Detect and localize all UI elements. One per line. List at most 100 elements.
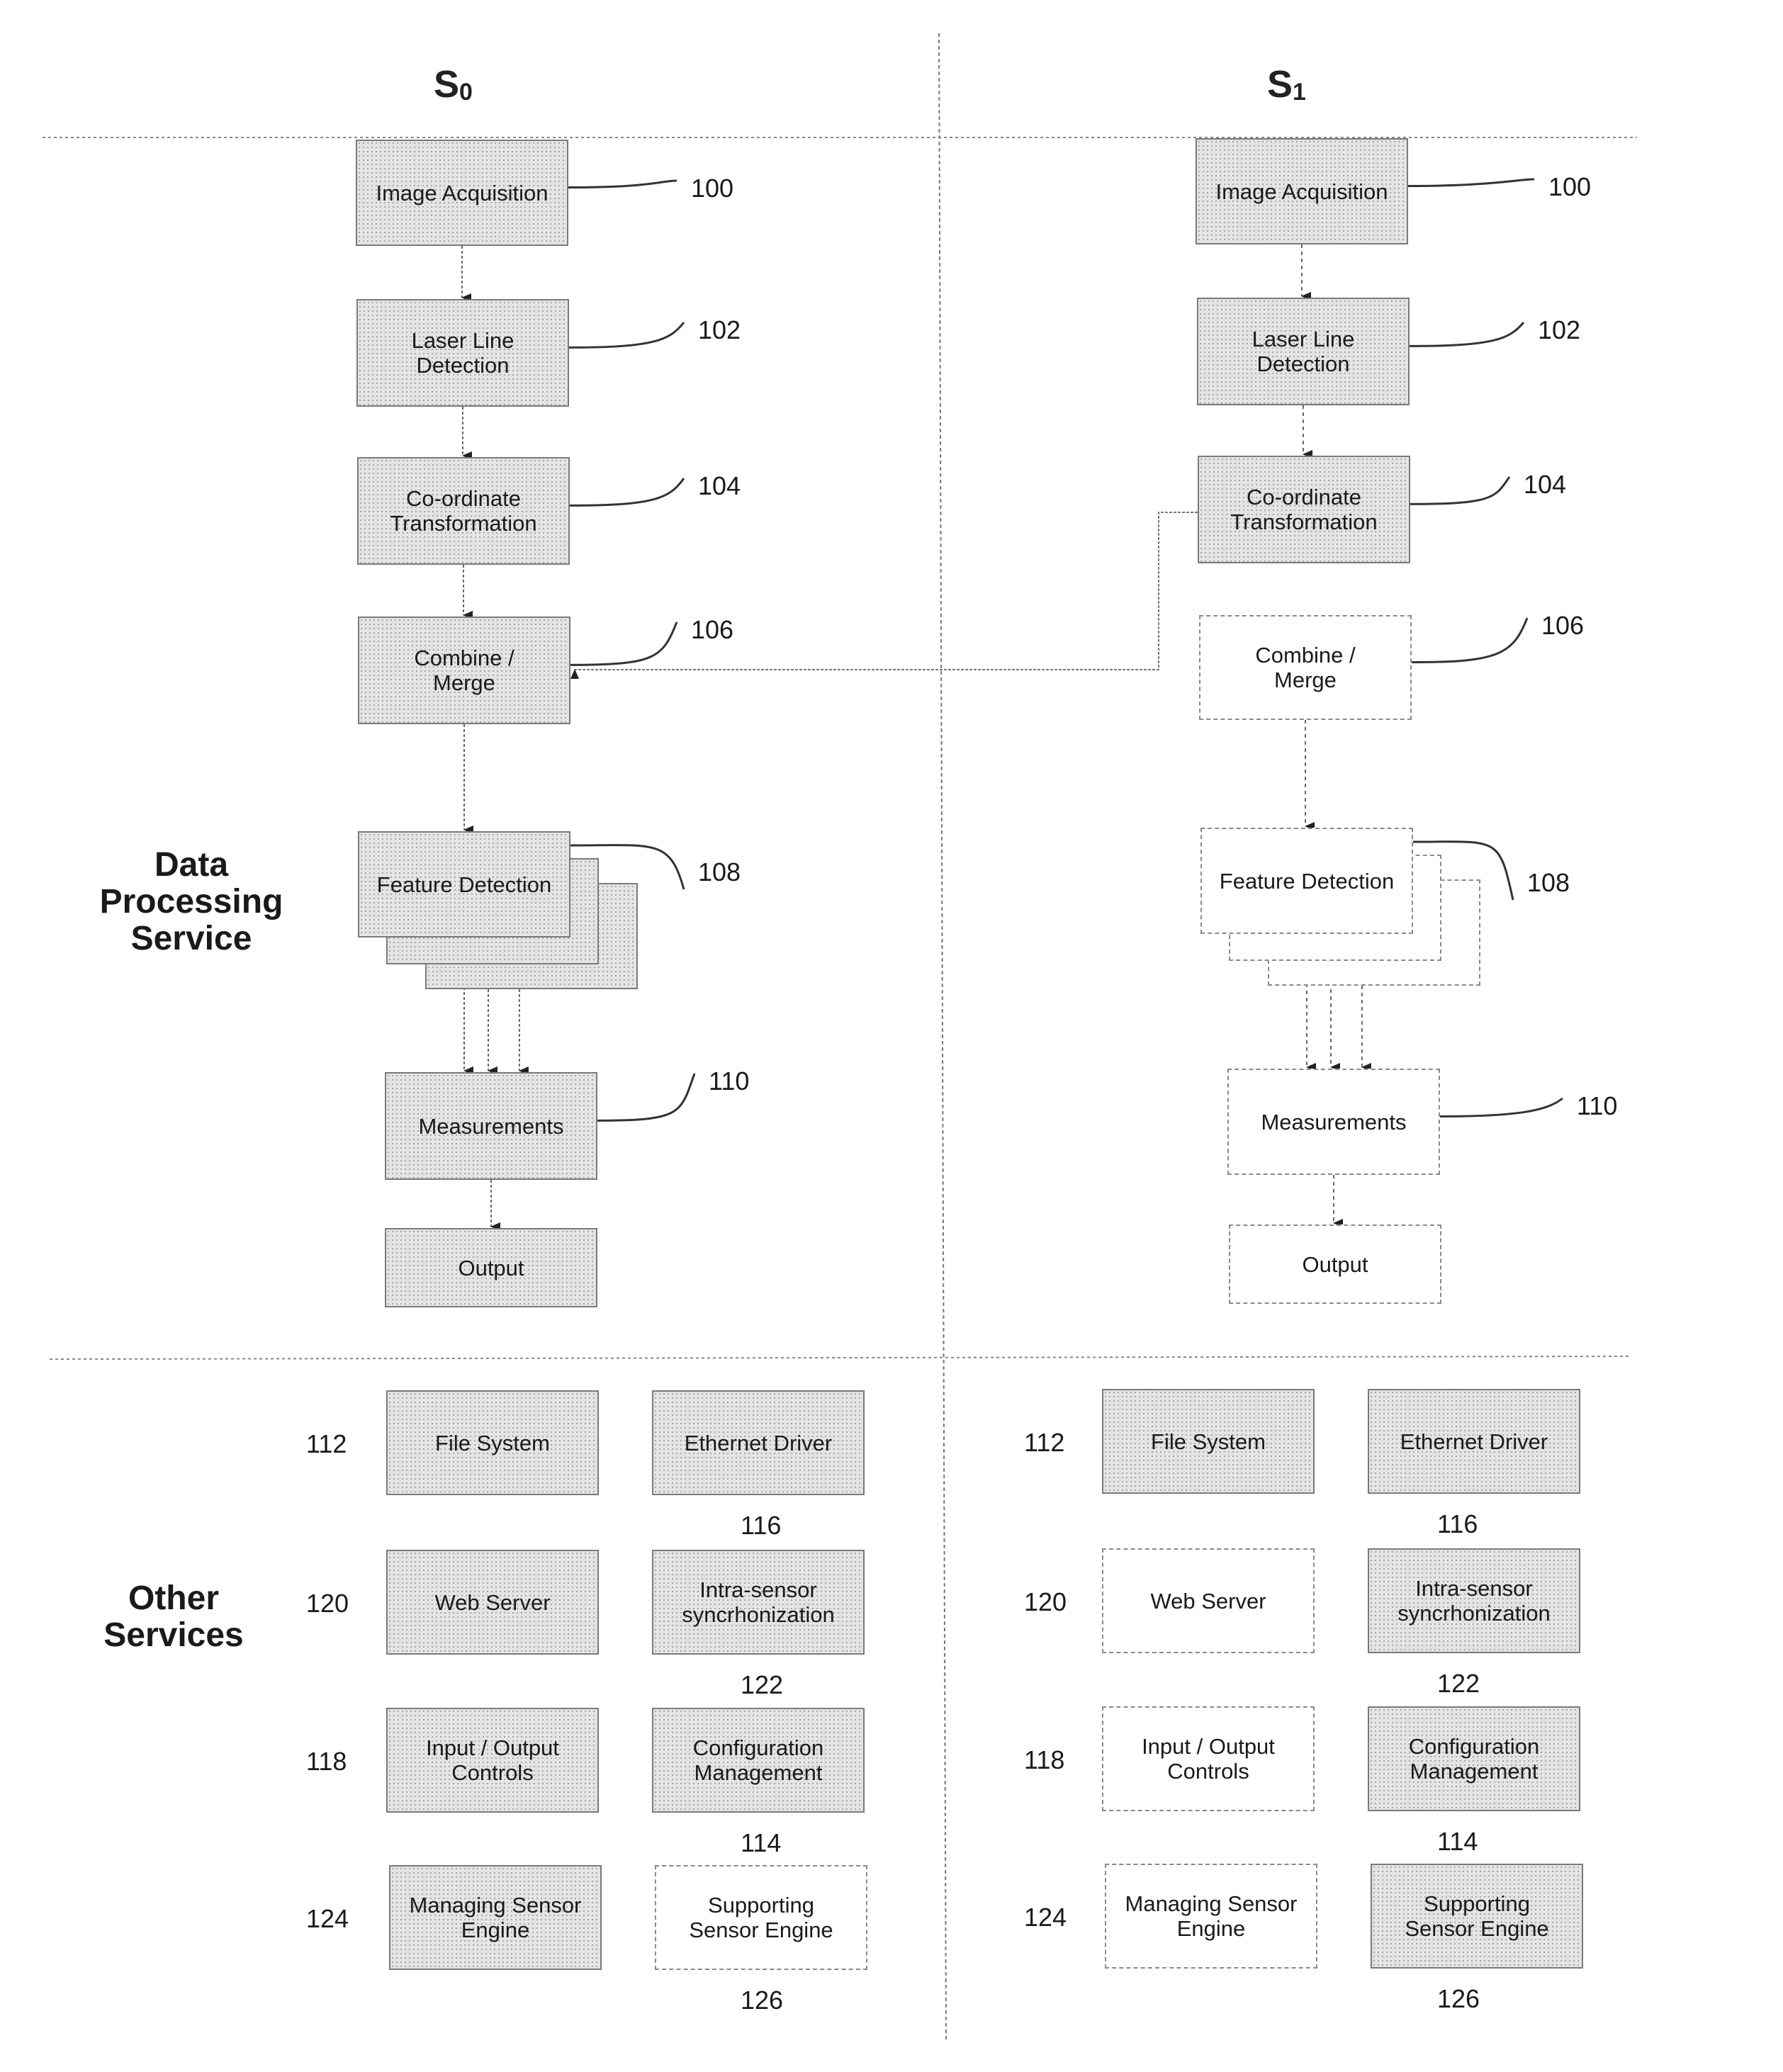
s0-service-configuration-management-box[interactable]: Configuration Management <box>652 1708 865 1813</box>
s1-leader-104 <box>1410 476 1511 505</box>
s0-combine-merge-box-label: Combine / Merge <box>414 646 514 695</box>
s1-leader-102 <box>1409 322 1525 347</box>
s1-feature-detection-box[interactable]: Feature Detection <box>1200 828 1413 934</box>
s1-service-file-system-box[interactable]: File System <box>1102 1389 1315 1494</box>
s0-service-supporting-sensor-engine-box-label: Supporting Sensor Engine <box>689 1893 833 1942</box>
s1-laser-line-detection-box-label: Laser Line Detection <box>1252 327 1355 376</box>
s0-service-input-output-controls-box-label: Input / Output Controls <box>426 1735 559 1785</box>
s1-output-box[interactable]: Output <box>1229 1224 1441 1304</box>
s0-combine-merge-box[interactable]: Combine / Merge <box>358 616 570 724</box>
s1-service-input-output-controls-box-label: Input / Output Controls <box>1142 1734 1275 1784</box>
s1-service-configuration-management-box-label: Configuration Management <box>1408 1734 1540 1784</box>
s1-ref-100: 100 <box>1548 172 1592 201</box>
s1-ref-102: 102 <box>1538 315 1581 344</box>
s0-service-intra-sensor-syncrhonization-box-label: Intra-sensor syncrhonization <box>682 1577 835 1627</box>
s1-measurements-box-label: Measurements <box>1261 1109 1407 1134</box>
s1-measurements-box[interactable]: Measurements <box>1227 1069 1440 1175</box>
s0-output-box-label: Output <box>458 1255 524 1280</box>
s0-feature-detection-box-label: Feature Detection <box>376 872 552 897</box>
s0-ref-114: 114 <box>741 1828 782 1857</box>
s0-service-file-system-box-label: File System <box>435 1430 550 1456</box>
s0-leader-104 <box>569 478 685 507</box>
s1-ref-124: 124 <box>1024 1903 1067 1932</box>
s0-service-ethernet-driver-box[interactable]: Ethernet Driver <box>652 1390 865 1495</box>
s0-service-managing-sensor-engine-box[interactable]: Managing Sensor Engine <box>389 1865 602 1970</box>
s0-laser-line-detection-box-label: Laser Line Detection <box>411 328 514 378</box>
s1-combine-merge-box[interactable]: Combine / Merge <box>1199 615 1412 720</box>
s0-ref-100: 100 <box>691 174 734 203</box>
s0-ref-126: 126 <box>741 1986 784 2015</box>
s1-leader-100 <box>1407 178 1535 187</box>
s0-ref-120: 120 <box>306 1589 349 1618</box>
s0-feature-detection-box[interactable]: Feature Detection <box>358 831 570 938</box>
s0-coordinate-transformation-box[interactable]: Co-ordinate Transformation <box>357 457 570 565</box>
s0-service-managing-sensor-engine-box-label: Managing Sensor Engine <box>409 1893 582 1942</box>
s0-service-input-output-controls-box[interactable]: Input / Output Controls <box>386 1708 599 1813</box>
s0-output-box[interactable]: Output <box>385 1228 597 1307</box>
s0-laser-line-detection-box[interactable]: Laser Line Detection <box>356 299 569 407</box>
s1-ref-106: 106 <box>1541 611 1585 640</box>
s1-coordinate-transformation-box-label: Co-ordinate Transformation <box>1230 485 1378 534</box>
s1-ref-120: 120 <box>1024 1587 1067 1616</box>
s1-ref-118: 118 <box>1024 1745 1065 1774</box>
s0-leader-100 <box>568 179 677 188</box>
s1-service-intra-sensor-syncrhonization-box[interactable]: Intra-sensor syncrhonization <box>1368 1548 1580 1653</box>
s1-leader-110 <box>1439 1097 1563 1117</box>
s0-ref-108: 108 <box>698 857 741 886</box>
column-title-s1: S1 <box>1267 63 1306 106</box>
s1-service-file-system-box-label: File System <box>1151 1429 1266 1454</box>
s0-service-web-server-box[interactable]: Web Server <box>386 1550 599 1655</box>
s0-leader-110 <box>597 1073 696 1122</box>
s0-ref-112: 112 <box>306 1429 347 1458</box>
s0-ref-124: 124 <box>306 1904 349 1933</box>
column-title-s0: S0 <box>434 63 473 106</box>
s0-ref-122: 122 <box>741 1670 784 1699</box>
s1-ref-110: 110 <box>1577 1091 1618 1120</box>
s1-leader-106 <box>1411 617 1529 664</box>
s0-service-ethernet-driver-box-label: Ethernet Driver <box>684 1430 833 1456</box>
s1-coordinate-transformation-box[interactable]: Co-ordinate Transformation <box>1198 456 1410 563</box>
s1-ref-112: 112 <box>1024 1428 1065 1457</box>
s1-image-acquisition-box[interactable]: Image Acquisition <box>1196 138 1408 244</box>
s0-leader-106 <box>570 621 678 666</box>
s0-ref-102: 102 <box>698 315 741 344</box>
s1-service-managing-sensor-engine-box-label: Managing Sensor Engine <box>1125 1891 1298 1941</box>
s1-service-web-server-box-label: Web Server <box>1150 1588 1266 1614</box>
s1-service-ethernet-driver-box-label: Ethernet Driver <box>1400 1429 1548 1454</box>
s1-image-acquisition-box-label: Image Acquisition <box>1215 179 1388 204</box>
s0-ref-116: 116 <box>741 1511 782 1540</box>
s1-service-configuration-management-box[interactable]: Configuration Management <box>1368 1706 1580 1811</box>
s1-ref-122: 122 <box>1437 1669 1480 1698</box>
s0-ref-104: 104 <box>698 471 741 500</box>
s1-ref-104: 104 <box>1524 470 1567 499</box>
s1-service-ethernet-driver-box[interactable]: Ethernet Driver <box>1368 1389 1580 1494</box>
s0-coordinate-transformation-box-label: Co-ordinate Transformation <box>390 486 537 536</box>
s1-service-supporting-sensor-engine-box[interactable]: Supporting Sensor Engine <box>1371 1864 1583 1969</box>
s1-feature-detection-box-label: Feature Detection <box>1219 868 1395 894</box>
s0-leader-102 <box>568 322 685 349</box>
s0-service-intra-sensor-syncrhonization-box[interactable]: Intra-sensor syncrhonization <box>652 1550 865 1655</box>
s0-image-acquisition-box-label: Image Acquisition <box>376 180 549 205</box>
s1-service-input-output-controls-box[interactable]: Input / Output Controls <box>1102 1706 1315 1811</box>
s0-ref-110: 110 <box>709 1066 750 1096</box>
s0-service-file-system-box[interactable]: File System <box>386 1390 599 1495</box>
s0-service-configuration-management-box-label: Configuration Management <box>692 1735 824 1785</box>
s1-ref-126: 126 <box>1437 1984 1480 2013</box>
s0-service-supporting-sensor-engine-box[interactable]: Supporting Sensor Engine <box>655 1865 867 1970</box>
s0-measurements-box[interactable]: Measurements <box>385 1072 597 1180</box>
data-processing-service-label: Data Processing Service <box>99 846 283 957</box>
s1-laser-line-detection-box[interactable]: Laser Line Detection <box>1197 298 1410 405</box>
s1-service-managing-sensor-engine-box[interactable]: Managing Sensor Engine <box>1105 1864 1317 1969</box>
s0-image-acquisition-box[interactable]: Image Acquisition <box>356 140 568 246</box>
vertical-divider <box>938 33 947 2042</box>
s0-service-web-server-box-label: Web Server <box>434 1589 551 1615</box>
s1-combine-merge-box-label: Combine / Merge <box>1255 643 1356 692</box>
s0-measurements-box-label: Measurements <box>418 1113 564 1139</box>
other-services-label: Other Services <box>103 1580 244 1654</box>
s1-service-intra-sensor-syncrhonization-box-label: Intra-sensor syncrhonization <box>1397 1576 1551 1626</box>
s0-ref-118: 118 <box>306 1747 347 1776</box>
s1-ref-114: 114 <box>1437 1827 1478 1856</box>
services-divider <box>49 1356 1631 1360</box>
cross-sensor-arrow <box>570 512 1198 679</box>
s1-service-web-server-box[interactable]: Web Server <box>1102 1548 1315 1653</box>
